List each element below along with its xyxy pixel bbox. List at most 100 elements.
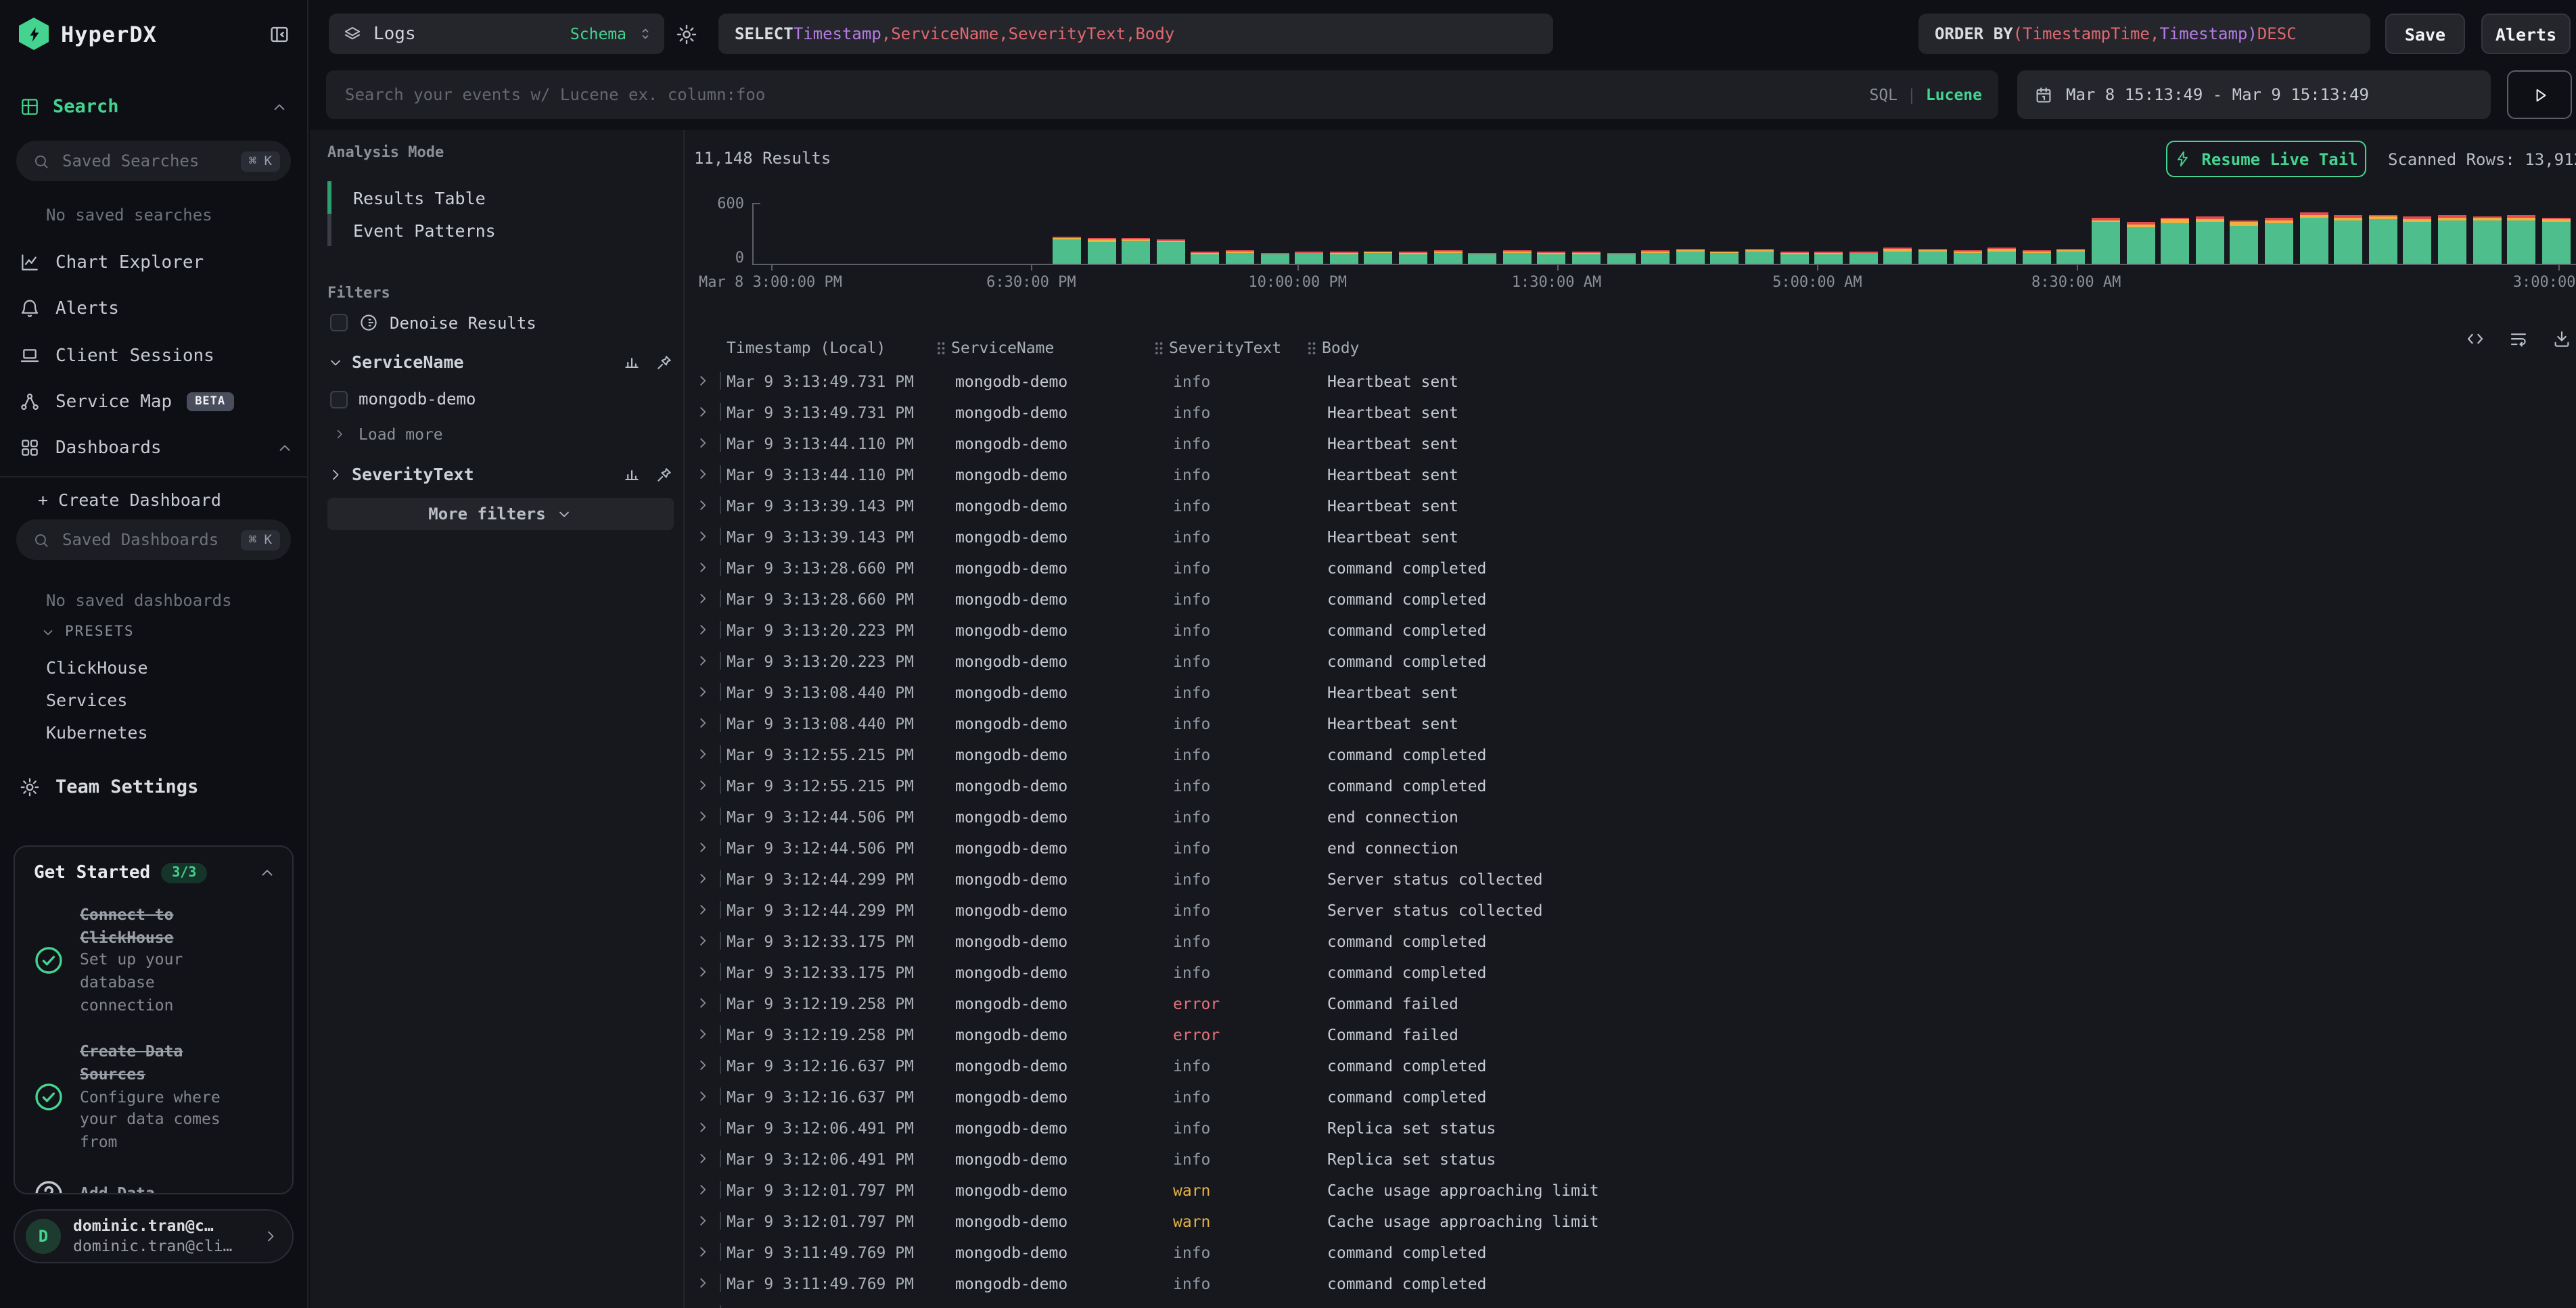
mode-event-patterns[interactable]: Event Patterns — [327, 214, 674, 246]
table-row[interactable]: Mar 9 3:11:49.769 PMmongodb-demoinfocomm… — [691, 1236, 2576, 1267]
sidebar-item-team-settings[interactable]: Team Settings — [19, 771, 294, 803]
histogram-bar[interactable] — [1918, 249, 1947, 264]
histogram-bar[interactable] — [2507, 215, 2535, 264]
histogram-bar[interactable] — [1364, 252, 1393, 264]
schema-label[interactable]: Schema — [570, 24, 626, 43]
chevron-up-icon[interactable] — [258, 864, 276, 882]
table-row[interactable]: Mar 9 3:11:49.769 PMmongodb-demoinfocomm… — [691, 1267, 2576, 1299]
table-row[interactable]: Mar 9 3:12:44.506 PMmongodb-demoinfoend … — [691, 801, 2576, 832]
toggle-lucene[interactable]: Lucene — [1926, 85, 1982, 104]
column-grip-icon[interactable] — [1154, 340, 1164, 355]
expand-row-icon[interactable] — [695, 809, 710, 824]
table-row[interactable]: Mar 9 3:13:39.143 PMmongodb-demoinfoHear… — [691, 490, 2576, 521]
histogram-bar[interactable] — [1538, 252, 1566, 264]
expand-row-icon[interactable] — [695, 1089, 710, 1104]
histogram-bar[interactable] — [2161, 217, 2189, 264]
sidebar-item-dashboards[interactable]: Dashboards — [19, 431, 294, 464]
histogram-bar[interactable] — [1884, 248, 1912, 264]
collapse-sidebar-icon[interactable] — [268, 22, 291, 45]
histogram-bar[interactable] — [2057, 249, 2086, 264]
expand-row-icon[interactable] — [695, 996, 710, 1010]
table-row[interactable]: Mar 9 3:12:19.258 PMmongodb-demoerrorCom… — [691, 1019, 2576, 1050]
user-menu[interactable]: D dominic.tran@c… dominic.tran@cli… — [14, 1209, 294, 1263]
source-selector[interactable]: Logs Schema — [329, 14, 664, 54]
histogram-bar[interactable] — [2023, 250, 2051, 264]
load-more-button[interactable]: Load more — [333, 425, 443, 444]
preset-services[interactable]: Services — [46, 690, 127, 710]
table-row[interactable]: Mar 9 3:12:16.637 PMmongodb-demoinfocomm… — [691, 1081, 2576, 1112]
alerts-button[interactable]: Alerts — [2481, 14, 2571, 54]
table-row[interactable]: Mar 9 3:13:08.440 PMmongodb-demoinfoHear… — [691, 707, 2576, 739]
column-header-body[interactable]: Body — [1307, 338, 2576, 357]
preset-clickhouse[interactable]: ClickHouse — [46, 657, 148, 678]
table-row[interactable]: Mar 9 3:12:33.175 PMmongodb-demoinfocomm… — [691, 925, 2576, 956]
histogram-bar[interactable] — [2299, 213, 2328, 264]
expand-row-icon[interactable] — [695, 591, 710, 606]
toggle-sql[interactable]: SQL — [1869, 85, 1898, 104]
chevron-up-icon[interactable] — [271, 98, 288, 116]
presets-toggle[interactable]: PRESETS — [41, 624, 135, 640]
histogram-bar[interactable] — [1226, 250, 1254, 264]
expand-row-icon[interactable] — [695, 529, 710, 544]
pin-icon[interactable] — [655, 352, 674, 371]
resume-live-tail-button[interactable]: Resume Live Tail — [2166, 141, 2366, 177]
preset-kubernetes[interactable]: Kubernetes — [46, 722, 148, 743]
histogram-bar[interactable] — [1191, 252, 1220, 264]
histogram-bar[interactable] — [1399, 252, 1427, 264]
chevron-up-icon[interactable] — [276, 439, 294, 457]
histogram-bar[interactable] — [1260, 253, 1289, 264]
table-row[interactable]: Mar 9 3:13:39.143 PMmongodb-demoinfoHear… — [691, 521, 2576, 552]
histogram-bar[interactable] — [2369, 214, 2397, 264]
table-row[interactable]: Mar 9 3:12:19.258 PMmongodb-demoerrorCom… — [691, 987, 2576, 1019]
table-row[interactable]: Mar 9 3:12:16.637 PMmongodb-demoinfocomm… — [691, 1050, 2576, 1081]
histogram-bar[interactable] — [2472, 216, 2501, 264]
expand-row-icon[interactable] — [695, 1182, 710, 1197]
table-row[interactable]: Mar 9 3:13:49.731 PMmongodb-demoinfoHear… — [691, 365, 2576, 396]
histogram-bar[interactable] — [1780, 252, 1808, 264]
sidebar-item-alerts[interactable]: Alerts — [19, 292, 294, 325]
histogram-bar[interactable] — [2404, 216, 2432, 264]
expand-row-icon[interactable] — [695, 1276, 710, 1290]
expand-row-icon[interactable] — [695, 373, 710, 388]
date-range-picker[interactable]: Mar 8 15:13:49 - Mar 9 15:13:49 — [2017, 70, 2491, 119]
expand-row-icon[interactable] — [695, 1120, 710, 1135]
sidebar-item-service-map[interactable]: Service MapBETA — [19, 386, 294, 418]
expand-row-icon[interactable] — [695, 404, 710, 419]
more-filters-button[interactable]: More filters — [327, 498, 674, 530]
bar-chart-icon[interactable] — [622, 465, 641, 484]
create-dashboard-button[interactable]: + Create Dashboard — [38, 490, 221, 510]
column-header-servicename[interactable]: ServiceName — [936, 338, 1154, 357]
histogram-bar[interactable] — [2542, 217, 2571, 264]
histogram-bar[interactable] — [1953, 250, 1981, 264]
sidebar-item-client-sessions[interactable]: Client Sessions — [19, 340, 294, 372]
histogram-bar[interactable] — [1641, 250, 1670, 264]
table-row[interactable]: Mar 9 3:12:06.491 PMmongodb-demoinfoRepl… — [691, 1112, 2576, 1143]
histogram-bar[interactable] — [1295, 252, 1323, 264]
histogram-bar[interactable] — [2126, 222, 2155, 264]
histogram-bar[interactable] — [1433, 250, 1462, 264]
histogram-bar[interactable] — [1053, 236, 1081, 264]
get-started-item-create-data-sources[interactable]: Create Data SourcesConfigure where your … — [15, 1029, 292, 1166]
expand-row-icon[interactable] — [695, 467, 710, 482]
saved-searches-input[interactable]: ⌘ K — [16, 141, 291, 181]
histogram-bar[interactable] — [1676, 250, 1705, 264]
expand-row-icon[interactable] — [695, 840, 710, 855]
histogram-bar[interactable] — [1849, 252, 1878, 264]
histogram-bar[interactable] — [2265, 218, 2293, 264]
expand-row-icon[interactable] — [695, 1213, 710, 1228]
select-query-editor[interactable]: SELECT Timestamp,ServiceName,SeverityTex… — [718, 14, 1553, 54]
table-row[interactable]: Mar 9 3:12:01.797 PMmongodb-demowarnCach… — [691, 1174, 2576, 1205]
table-row[interactable]: Mar 9 3:12:01.797 PMmongodb-demowarnCach… — [691, 1205, 2576, 1236]
sidebar-item-chart-explorer[interactable]: Chart Explorer — [19, 246, 294, 279]
table-row[interactable]: Mar 9 3:12:44.299 PMmongodb-demoinfoServ… — [691, 894, 2576, 925]
source-settings-gear-icon[interactable] — [675, 23, 698, 46]
histogram-bar[interactable] — [1607, 253, 1635, 264]
table-row[interactable]: Mar 9 3:12:55.215 PMmongodb-demoinfocomm… — [691, 739, 2576, 770]
histogram-bar[interactable] — [2092, 218, 2120, 264]
expand-row-icon[interactable] — [695, 933, 710, 948]
expand-row-icon[interactable] — [695, 747, 710, 762]
table-row[interactable]: Mar 9 3:13:44.110 PMmongodb-demoinfoHear… — [691, 427, 2576, 459]
histogram-bar[interactable] — [1572, 252, 1601, 264]
expand-row-icon[interactable] — [695, 498, 710, 513]
table-row[interactable]: Mar 9 3:12:55.215 PMmongodb-demoinfocomm… — [691, 770, 2576, 801]
